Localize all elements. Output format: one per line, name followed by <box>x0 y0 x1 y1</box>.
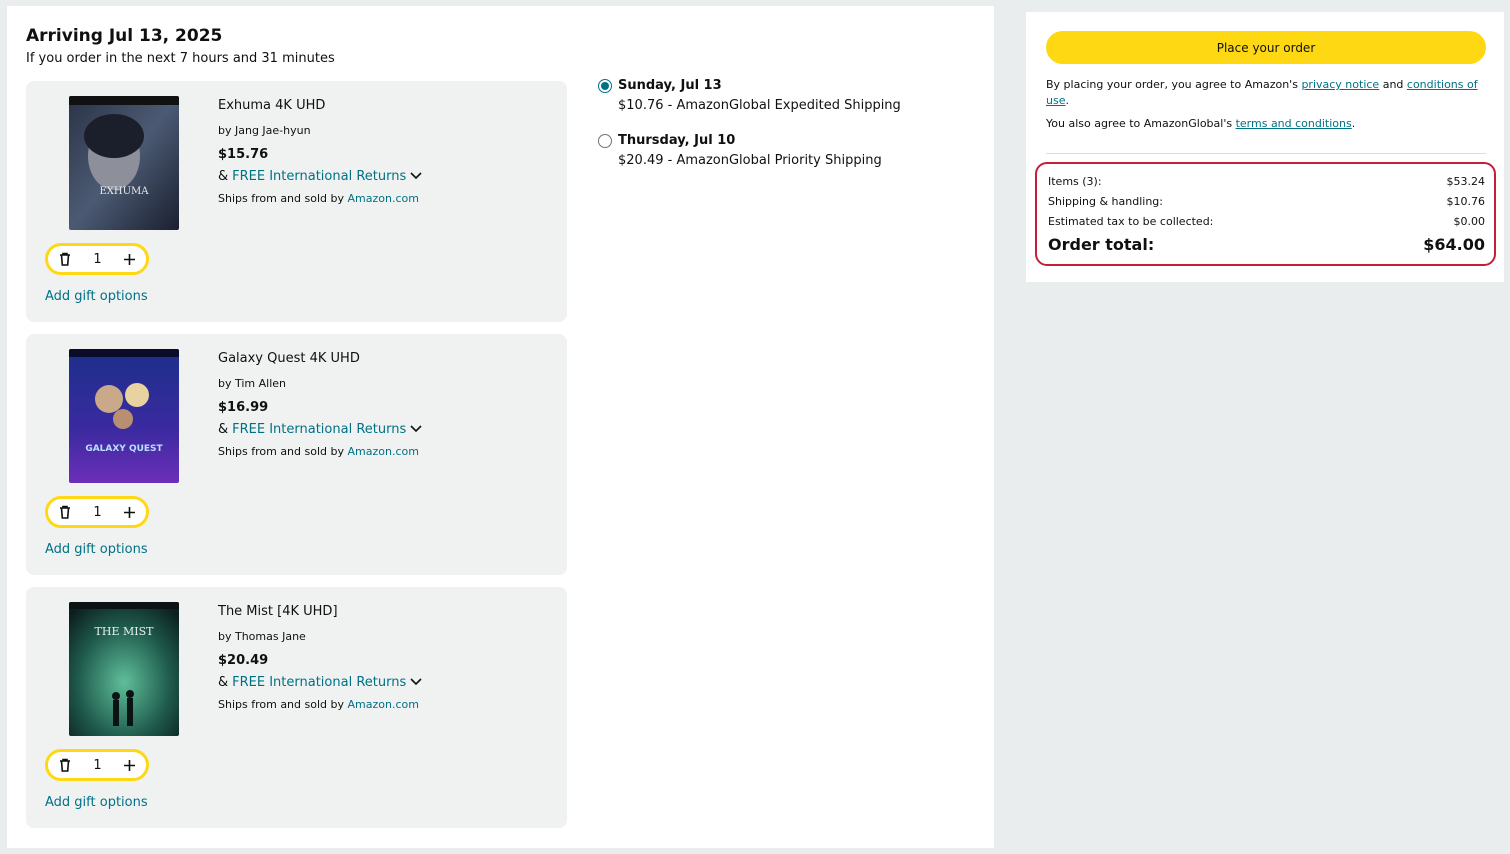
agreement-end: . <box>1065 94 1069 107</box>
ships-prefix: Ships from and sold by <box>218 698 348 711</box>
items-label: Items (3): <box>1048 175 1102 188</box>
product-price: $16.99 <box>218 400 269 415</box>
agreement-prefix: By placing your order, you agree to Amaz… <box>1046 78 1302 91</box>
product-author: by Thomas Jane <box>218 630 306 643</box>
product-author: by Tim Allen <box>218 377 287 390</box>
product-image[interactable]: GALAXY QUEST <box>69 349 179 483</box>
quantity-value: 1 <box>93 757 102 773</box>
ships-prefix: Ships from and sold by <box>218 192 348 205</box>
shipping-description[interactable]: $10.76 - AmazonGlobal Expedited Shipping <box>618 98 901 113</box>
delivery-panel: Arriving Jul 13, 2025 If you order in th… <box>7 6 994 848</box>
returns-info[interactable]: & FREE International Returns <box>218 169 422 184</box>
returns-prefix: & <box>218 675 229 690</box>
trash-icon[interactable] <box>58 505 72 519</box>
trash-icon[interactable] <box>58 758 72 772</box>
returns-prefix: & <box>218 422 229 437</box>
cart-item: EXHUMA Exhuma 4K UHD by Jang Jae-hyun $1… <box>26 81 567 322</box>
shipping-value: $10.76 <box>1446 195 1486 208</box>
cover-title: EXHUMA <box>99 186 149 197</box>
quantity-stepper[interactable]: 1 <box>45 243 149 275</box>
tax-value: $0.00 <box>1453 215 1486 228</box>
quantity-value: 1 <box>93 251 102 267</box>
radio-button-selected[interactable] <box>598 79 612 93</box>
product-author: by Jang Jae-hyun <box>218 124 311 137</box>
add-gift-options-link[interactable]: Add gift options <box>45 542 148 557</box>
shipping-date[interactable]: Thursday, Jul 10 <box>618 133 735 148</box>
order-total-value: $64.00 <box>1423 235 1485 254</box>
tax-label: Estimated tax to be collected: <box>1048 215 1214 228</box>
order-total-row: Order total: $64.00 <box>1048 235 1485 254</box>
agreement-and: and <box>1379 78 1407 91</box>
chevron-down-icon[interactable] <box>410 675 422 690</box>
seller-link[interactable]: Amazon.com <box>348 445 419 458</box>
shipping-label: Shipping & handling: <box>1048 195 1163 208</box>
quantity-stepper[interactable]: 1 <box>45 496 149 528</box>
ships-from: Ships from and sold by Amazon.com <box>218 192 419 205</box>
cover-title: THE MIST <box>95 625 155 638</box>
returns-link[interactable]: FREE International Returns <box>232 422 406 437</box>
ships-from: Ships from and sold by Amazon.com <box>218 698 419 711</box>
trash-icon[interactable] <box>58 252 72 266</box>
returns-prefix: & <box>218 169 229 184</box>
cart-item: GALAXY QUEST Galaxy Quest 4K UHD by Tim … <box>26 334 567 575</box>
privacy-notice-link[interactable]: privacy notice <box>1301 78 1379 91</box>
items-value: $53.24 <box>1446 175 1486 188</box>
product-image[interactable]: EXHUMA <box>69 96 179 230</box>
cover-title: GALAXY QUEST <box>85 444 163 454</box>
divider <box>1046 153 1486 154</box>
ships-prefix: Ships from and sold by <box>218 445 348 458</box>
seller-link[interactable]: Amazon.com <box>348 698 419 711</box>
returns-link[interactable]: FREE International Returns <box>232 169 406 184</box>
global-agreement-text: You also agree to AmazonGlobal's terms a… <box>1046 117 1355 130</box>
returns-link[interactable]: FREE International Returns <box>232 675 406 690</box>
chevron-down-icon[interactable] <box>410 169 422 184</box>
plus-icon[interactable] <box>123 253 136 266</box>
order-summary-panel: Place your order By placing your order, … <box>1026 12 1504 282</box>
quantity-value: 1 <box>93 504 102 520</box>
add-gift-options-link[interactable]: Add gift options <box>45 289 148 304</box>
terms-and-conditions-link[interactable]: terms and conditions <box>1236 117 1352 130</box>
ships-from: Ships from and sold by Amazon.com <box>218 445 419 458</box>
items-row: Items (3): $53.24 <box>1048 175 1485 188</box>
quantity-stepper[interactable]: 1 <box>45 749 149 781</box>
global-agreement-end: . <box>1351 117 1356 130</box>
order-summary-box: Items (3): $53.24 Shipping & handling: $… <box>1035 162 1496 266</box>
seller-link[interactable]: Amazon.com <box>348 192 419 205</box>
cart-item: THE MIST The Mist [4K UHD] by Thomas Jan… <box>26 587 567 828</box>
radio-button[interactable] <box>598 134 612 148</box>
shipping-date[interactable]: Sunday, Jul 13 <box>618 78 722 93</box>
plus-icon[interactable] <box>123 759 136 772</box>
product-price: $20.49 <box>218 653 269 668</box>
product-image[interactable]: THE MIST <box>69 602 179 736</box>
shipping-description[interactable]: $20.49 - AmazonGlobal Priority Shipping <box>618 153 882 168</box>
place-order-button[interactable]: Place your order <box>1046 31 1486 64</box>
chevron-down-icon[interactable] <box>410 422 422 437</box>
product-price: $15.76 <box>218 147 269 162</box>
global-agreement-prefix: You also agree to AmazonGlobal's <box>1046 117 1236 130</box>
delivery-heading: Arriving Jul 13, 2025 <box>26 26 223 46</box>
product-title[interactable]: Galaxy Quest 4K UHD <box>218 351 360 366</box>
tax-row: Estimated tax to be collected: $0.00 <box>1048 215 1485 228</box>
returns-info[interactable]: & FREE International Returns <box>218 422 422 437</box>
product-title[interactable]: The Mist [4K UHD] <box>218 604 338 619</box>
agreement-text: By placing your order, you agree to Amaz… <box>1046 77 1486 109</box>
returns-info[interactable]: & FREE International Returns <box>218 675 422 690</box>
plus-icon[interactable] <box>123 506 136 519</box>
add-gift-options-link[interactable]: Add gift options <box>45 795 148 810</box>
product-title[interactable]: Exhuma 4K UHD <box>218 98 325 113</box>
shipping-row: Shipping & handling: $10.76 <box>1048 195 1485 208</box>
order-total-label: Order total: <box>1048 235 1155 254</box>
delivery-subheading: If you order in the next 7 hours and 31 … <box>26 51 335 66</box>
